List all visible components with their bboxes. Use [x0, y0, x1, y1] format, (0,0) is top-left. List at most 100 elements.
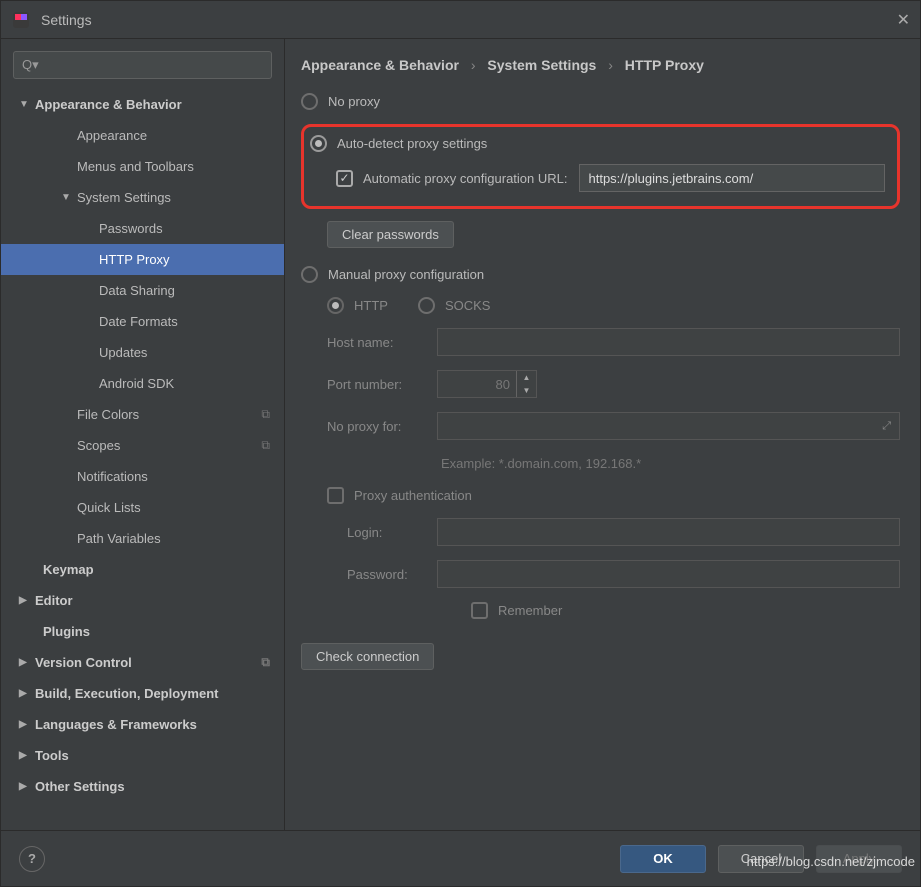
tree-item-label: Build, Execution, Deployment [35, 686, 218, 701]
tree-item-scopes[interactable]: Scopes ⧉ [1, 430, 284, 461]
tree-item-other-settings[interactable]: ▶Other Settings [1, 771, 284, 802]
tree-item-notifications[interactable]: Notifications [1, 461, 284, 492]
checkbox-auto-url[interactable] [336, 170, 353, 187]
tree-item-label: Tools [35, 748, 69, 763]
remember-label: Remember [498, 603, 562, 618]
manual-label: Manual proxy configuration [328, 267, 484, 282]
tree-item-passwords[interactable]: Passwords [1, 213, 284, 244]
radio-manual[interactable]: Manual proxy configuration [301, 266, 900, 283]
breadcrumb-2: HTTP Proxy [625, 57, 704, 73]
tree-item-label: HTTP Proxy [99, 252, 170, 267]
radio-icon [301, 93, 318, 110]
radio-no-proxy[interactable]: No proxy [301, 93, 900, 110]
tree-item-appearance[interactable]: Appearance [1, 120, 284, 151]
tree-item-updates[interactable]: Updates [1, 337, 284, 368]
tree-item-label: Editor [35, 593, 73, 608]
tree-item-plugins[interactable]: Plugins [1, 616, 284, 647]
tree-item-version-control[interactable]: ▶Version Control⧉ [1, 647, 284, 678]
chevron-down-icon: ▼ [61, 192, 77, 203]
tree-item-label: Path Variables [77, 531, 161, 546]
checkbox-proxy-auth [327, 487, 344, 504]
main-panel: Appearance & Behavior › System Settings … [285, 39, 920, 830]
auto-detect-label: Auto-detect proxy settings [337, 136, 487, 151]
tree-item-build-execution-deployment[interactable]: ▶Build, Execution, Deployment [1, 678, 284, 709]
sidebar: Q▾ ▼Appearance & BehaviorAppearanceMenus… [1, 39, 285, 830]
close-icon[interactable]: ✕ [897, 10, 910, 30]
noproxyfor-row: No proxy for: ⤢ [327, 412, 900, 440]
chevron-right-icon: ▶ [19, 657, 35, 668]
proxy-auth-row: Proxy authentication [327, 487, 900, 504]
tree-item-file-colors[interactable]: File Colors⧉ [1, 399, 284, 430]
tree-item-data-sharing[interactable]: Data Sharing [1, 275, 284, 306]
tree-item-label: Updates [99, 345, 147, 360]
tree-item-android-sdk[interactable]: Android SDK [1, 368, 284, 399]
login-row: Login: [347, 518, 900, 546]
chevron-up-icon: ▲ [517, 371, 536, 384]
tree-item-label: Android SDK [99, 376, 174, 391]
ok-button[interactable]: OK [620, 845, 706, 873]
expand-icon: ⤢ [882, 420, 891, 433]
manual-type-row: HTTP SOCKS [327, 297, 900, 314]
tree-item-label: Notifications [77, 469, 148, 484]
tree-item-tools[interactable]: ▶Tools [1, 740, 284, 771]
tree-item-languages-frameworks[interactable]: ▶Languages & Frameworks [1, 709, 284, 740]
login-input [437, 518, 900, 546]
radio-icon [301, 266, 318, 283]
password-row: Password: [347, 560, 900, 588]
proxy-auth-label: Proxy authentication [354, 488, 472, 503]
tree-item-http-proxy[interactable]: HTTP Proxy [1, 244, 284, 275]
noproxyfor-input: ⤢ [437, 412, 900, 440]
breadcrumb-1[interactable]: System Settings [487, 57, 596, 73]
tree-item-keymap[interactable]: Keymap [1, 554, 284, 585]
tree-item-quick-lists[interactable]: Quick Lists [1, 492, 284, 523]
host-row: Host name: [327, 328, 900, 356]
settings-tree: ▼Appearance & BehaviorAppearanceMenus an… [1, 89, 284, 830]
port-row: Port number: ▲▼ [327, 370, 900, 398]
breadcrumb: Appearance & Behavior › System Settings … [301, 57, 900, 73]
host-input [437, 328, 900, 356]
app-icon [11, 10, 31, 30]
clear-passwords-button[interactable]: Clear passwords [327, 221, 454, 248]
auto-url-label: Automatic proxy configuration URL: [363, 171, 567, 186]
socks-label: SOCKS [445, 298, 491, 313]
copy-icon: ⧉ [261, 407, 270, 422]
tree-item-label: Scopes [77, 438, 120, 453]
checkbox-remember [471, 602, 488, 619]
radio-auto-detect[interactable]: Auto-detect proxy settings [310, 135, 885, 152]
chevron-down-icon: ▼ [19, 99, 35, 110]
tree-item-label: Data Sharing [99, 283, 175, 298]
chevron-right-icon: ▶ [19, 719, 35, 730]
radio-icon [310, 135, 327, 152]
host-label: Host name: [327, 335, 437, 350]
tree-item-label: Quick Lists [77, 500, 141, 515]
tree-item-label: Plugins [43, 624, 90, 639]
tree-item-label: Menus and Toolbars [77, 159, 194, 174]
tree-item-menus-and-toolbars[interactable]: Menus and Toolbars [1, 151, 284, 182]
help-button[interactable]: ? [19, 846, 45, 872]
tree-item-label: Date Formats [99, 314, 178, 329]
http-label: HTTP [354, 298, 388, 313]
watermark: https://blog.csdn.net/zjmcode [747, 854, 915, 869]
auto-url-input[interactable] [579, 164, 885, 192]
tree-item-date-formats[interactable]: Date Formats [1, 306, 284, 337]
tree-item-editor[interactable]: ▶Editor [1, 585, 284, 616]
tree-item-path-variables[interactable]: Path Variables [1, 523, 284, 554]
auto-url-row: Automatic proxy configuration URL: [336, 164, 885, 192]
chevron-right-icon: ▶ [19, 595, 35, 606]
tree-item-appearance-behavior[interactable]: ▼Appearance & Behavior [1, 89, 284, 120]
breadcrumb-0[interactable]: Appearance & Behavior [301, 57, 459, 73]
check-connection-button[interactable]: Check connection [301, 643, 434, 670]
copy-icon: ⧉ [261, 655, 270, 670]
tree-item-system-settings[interactable]: ▼System Settings [1, 182, 284, 213]
search-input[interactable]: Q▾ [13, 51, 272, 79]
port-spinner: ▲▼ [437, 370, 537, 398]
chevron-right-icon: ▶ [19, 688, 35, 699]
tree-item-label: Appearance & Behavior [35, 97, 182, 112]
radio-socks [418, 297, 435, 314]
tree-item-label: System Settings [77, 190, 171, 205]
copy-icon: ⧉ [261, 438, 270, 453]
window-title: Settings [41, 12, 897, 28]
port-label: Port number: [327, 377, 437, 392]
no-proxy-label: No proxy [328, 94, 380, 109]
titlebar: Settings ✕ [1, 1, 920, 39]
